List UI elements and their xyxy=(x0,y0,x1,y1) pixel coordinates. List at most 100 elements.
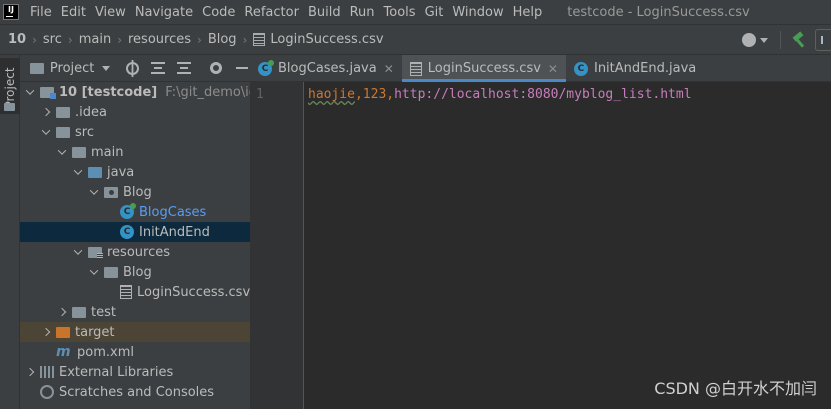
resources-folder-icon xyxy=(88,246,103,259)
tree-item-src[interactable]: src xyxy=(20,122,250,142)
tree-item-initandend[interactable]: C InitAndEnd xyxy=(20,222,250,242)
editor-line[interactable]: haojie,123,http://localhost:8080/myblog_… xyxy=(308,87,692,102)
close-icon[interactable]: ✕ xyxy=(384,62,394,76)
tree-item-label: InitAndEnd xyxy=(139,224,210,240)
chevron-down-icon[interactable] xyxy=(72,246,84,258)
gear-shape xyxy=(210,62,223,74)
run-config-selector[interactable] xyxy=(815,29,831,51)
tree-item-label: resources xyxy=(107,244,171,260)
tree-item-blog-resources[interactable]: Blog xyxy=(20,262,250,282)
menu-tools[interactable]: Tools xyxy=(384,5,416,20)
menu-window[interactable]: Window xyxy=(452,5,503,20)
menu-run[interactable]: Run xyxy=(350,5,375,20)
code-token-comma: , xyxy=(354,87,363,102)
tree-item-target[interactable]: target xyxy=(20,322,250,342)
menu-edit[interactable]: Edit xyxy=(61,5,86,20)
menu-bar: IJ File Edit View Navigate Code Refactor… xyxy=(0,0,831,24)
java-class-icon: C xyxy=(120,225,134,239)
tree-item-label: BlogCases xyxy=(139,204,207,220)
menu-help[interactable]: Help xyxy=(513,5,543,20)
tree-item-label: Blog xyxy=(123,264,152,280)
tree-item-java[interactable]: java xyxy=(20,162,250,182)
tree-item-blogcases[interactable]: C BlogCases xyxy=(20,202,250,222)
expand-all-icon[interactable] xyxy=(150,60,166,76)
breadcrumb-separator-icon: › xyxy=(117,32,122,47)
package-icon xyxy=(104,186,118,198)
folder-icon xyxy=(104,266,118,278)
tab-initandend[interactable]: C InitAndEnd.java xyxy=(566,55,704,82)
tab-label: InitAndEnd.java xyxy=(593,61,697,76)
project-panel: Project 10 [testcode] F:\git_demo\idea_ … xyxy=(20,55,250,409)
breadcrumb-separator-icon: › xyxy=(197,32,202,47)
tab-loginsuccess[interactable]: LoginSuccess.csv ✕ xyxy=(401,55,567,82)
tab-blogcases[interactable]: C BlogCases.java ✕ xyxy=(250,55,402,82)
tab-label: LoginSuccess.csv xyxy=(427,61,541,76)
chevron-down-icon[interactable] xyxy=(102,65,111,71)
minimize-icon[interactable] xyxy=(234,60,250,76)
user-icon[interactable] xyxy=(742,33,756,47)
tree-item-pom[interactable]: m pom.xml xyxy=(20,342,250,362)
menu-view[interactable]: View xyxy=(95,5,126,20)
breadcrumb-separator-icon: › xyxy=(242,32,248,47)
tree-item-label: java xyxy=(107,164,135,180)
intellij-logo-icon[interactable]: IJ xyxy=(3,4,19,20)
chevron-right-icon[interactable] xyxy=(24,366,36,378)
project-view-selector[interactable]: Project xyxy=(50,61,94,76)
toolbar-right xyxy=(742,25,831,55)
chevron-right-icon[interactable] xyxy=(40,106,52,118)
tree-item-loginsuccess[interactable]: LoginSuccess.csv xyxy=(20,282,250,302)
project-path-hint: F:\git_demo\idea_ xyxy=(165,84,250,100)
chevron-down-icon[interactable] xyxy=(24,86,36,98)
menu-build[interactable]: Build xyxy=(308,5,341,20)
chevron-down-icon[interactable] xyxy=(760,37,768,43)
tree-item-label: External Libraries xyxy=(59,364,174,380)
line-number: 1 xyxy=(256,87,264,102)
breadcrumb-resources[interactable]: resources xyxy=(128,32,191,47)
tree-item-idea[interactable]: .idea xyxy=(20,102,250,122)
gear-icon[interactable] xyxy=(208,60,224,76)
close-icon[interactable]: ✕ xyxy=(548,62,558,76)
folder-icon xyxy=(56,126,70,138)
chevron-right-icon[interactable] xyxy=(56,306,68,318)
code-token-url: http://localhost:8080/myblog_list.html xyxy=(394,87,692,102)
chevron-down-icon[interactable] xyxy=(40,126,52,138)
folder-icon xyxy=(4,103,15,111)
breadcrumb-file[interactable]: LoginSuccess.csv xyxy=(270,32,383,47)
breadcrumb-blog[interactable]: Blog xyxy=(208,32,237,47)
tree-item-label: target xyxy=(75,324,115,340)
menu-code[interactable]: Code xyxy=(202,5,235,20)
watermark: CSDN @白开水不加闫 xyxy=(654,379,817,398)
tree-item-resources[interactable]: resources xyxy=(20,242,250,262)
lines-icon xyxy=(151,62,166,74)
chevron-down-icon[interactable] xyxy=(56,146,68,158)
folder-icon xyxy=(56,106,70,118)
tree-item-main[interactable]: main xyxy=(20,142,250,162)
java-class-icon: C xyxy=(573,61,588,76)
tree-item-external-libraries[interactable]: External Libraries xyxy=(20,362,250,382)
chevron-down-icon[interactable] xyxy=(72,166,84,178)
tree-item-project-root[interactable]: 10 [testcode] F:\git_demo\idea_ xyxy=(20,82,250,102)
breadcrumb: 10 › src › main › resources › Blog › Log… xyxy=(0,24,831,55)
chevron-down-icon[interactable] xyxy=(88,186,100,198)
lines-icon xyxy=(177,62,192,74)
breadcrumb-project[interactable]: 10 xyxy=(8,32,26,47)
menu-navigate[interactable]: Navigate xyxy=(135,5,193,20)
breadcrumb-separator-icon: › xyxy=(67,32,73,47)
breadcrumb-main[interactable]: main xyxy=(79,32,111,47)
code-token-password: 123 xyxy=(362,87,387,102)
menu-refactor[interactable]: Refactor xyxy=(244,5,299,20)
build-hammer-icon[interactable] xyxy=(791,32,807,48)
chevron-down-icon[interactable] xyxy=(88,266,100,278)
tree-item-scratches[interactable]: Scratches and Consoles xyxy=(20,382,250,402)
menu-file[interactable]: File xyxy=(30,5,52,20)
tab-label: BlogCases.java xyxy=(278,61,377,76)
chevron-right-icon[interactable] xyxy=(40,326,52,338)
menu-git[interactable]: Git xyxy=(425,5,444,20)
module-folder-icon xyxy=(40,86,56,99)
tree-item-test[interactable]: test xyxy=(20,302,250,322)
collapse-all-icon[interactable] xyxy=(176,60,192,76)
breadcrumb-src[interactable]: src xyxy=(43,32,62,47)
tree-item-blog-package[interactable]: Blog xyxy=(20,182,250,202)
locate-file-icon[interactable] xyxy=(124,60,140,76)
tree-item-label: Blog xyxy=(123,184,152,200)
